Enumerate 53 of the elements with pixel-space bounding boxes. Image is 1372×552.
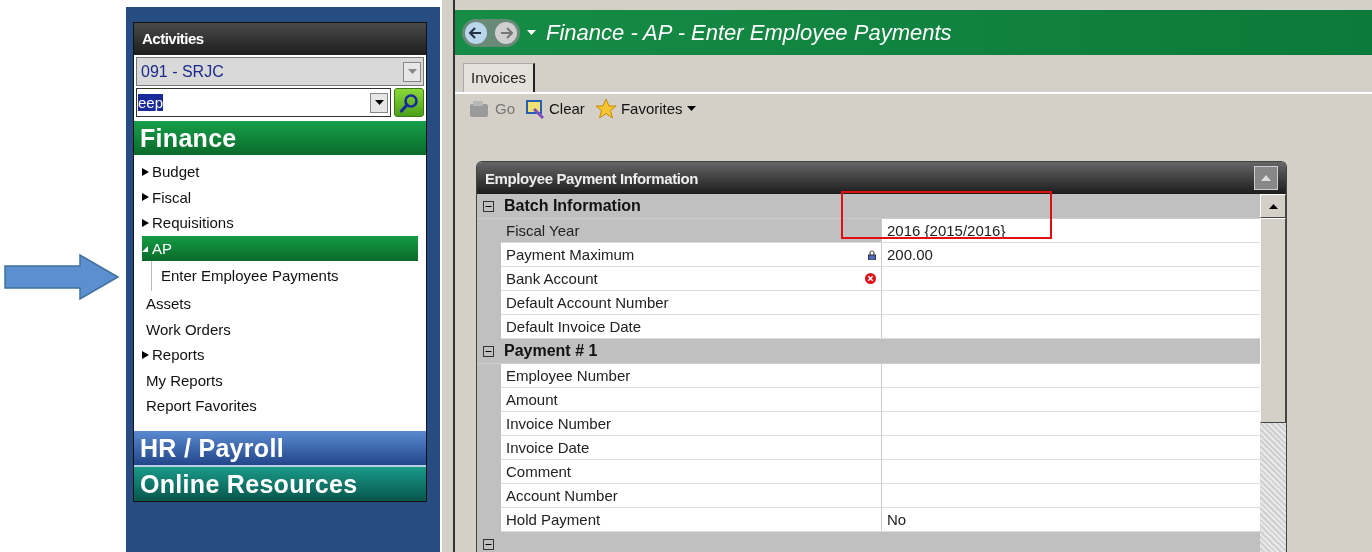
star-icon (594, 98, 617, 119)
nav-item[interactable]: Budget (142, 159, 418, 185)
collapse-button[interactable] (1254, 166, 1278, 190)
panel-title: Employee Payment Information (485, 169, 699, 187)
nav-item[interactable]: Reports (142, 342, 418, 368)
module-header[interactable]: Online Resources (134, 466, 426, 501)
page-title: Finance - AP - Enter Employee Payments (546, 19, 952, 46)
navigation-buttons-drawing[interactable] (461, 17, 521, 48)
property-label[interactable]: Account Number (501, 484, 882, 507)
toolbar-button[interactable]: Favorites (594, 98, 696, 119)
property-label[interactable]: Bank Account (501, 267, 882, 290)
property-label[interactable]: Employee Number (501, 364, 882, 387)
property-label[interactable]: Comment (501, 460, 882, 483)
property-label[interactable]: Invoice Date (501, 436, 882, 459)
property-value[interactable]: 200.00 (882, 243, 1260, 266)
property-label[interactable]: Amount (501, 388, 882, 411)
toolbar-button[interactable]: Clear (525, 98, 585, 119)
nav-item[interactable]: Work Orders (142, 316, 418, 342)
dropdown-arrow-icon (686, 106, 696, 111)
search-button[interactable] (394, 88, 424, 117)
property-label[interactable]: Invoice Number (501, 412, 882, 435)
module-header[interactable]: HR / Payroll (134, 430, 426, 467)
property-value[interactable]: No (882, 508, 1260, 531)
error-icon (865, 273, 876, 284)
nav-item[interactable]: My Reports (142, 367, 418, 393)
property-label[interactable]: Hold Payment (501, 508, 882, 531)
module-header[interactable]: Finance (134, 121, 426, 155)
section-header: Payment # 1 (504, 342, 598, 360)
nav-item[interactable]: Requisitions (142, 210, 418, 236)
splitter-bar[interactable] (440, 0, 455, 552)
lock-icon (868, 249, 876, 260)
property-label[interactable]: Default Invoice Date (501, 315, 882, 338)
section-header: Batch Information (504, 197, 641, 215)
property-value[interactable]: 2016 {2015/2016} (882, 219, 1260, 242)
nav-item[interactable]: AP (142, 235, 418, 261)
briefcase-icon (469, 98, 491, 119)
nav-item[interactable]: Fiscal (142, 184, 418, 210)
tab[interactable]: Invoices (463, 63, 536, 92)
nav-item[interactable]: Enter Employee Payments (151, 261, 418, 291)
property-label[interactable]: Payment Maximum (501, 243, 882, 266)
district-dropdown[interactable]: 091 - SRJC (136, 57, 424, 86)
collapse-icon[interactable] (483, 345, 494, 357)
search-field[interactable]: eep (136, 88, 391, 117)
property-label[interactable]: Default Account Number (501, 291, 882, 314)
nav-item[interactable]: Assets (142, 291, 418, 317)
up-arrow-icon (1261, 175, 1271, 181)
collapse-icon[interactable] (483, 538, 494, 550)
collapse-icon[interactable] (483, 200, 494, 212)
eraser-icon (525, 98, 545, 119)
up-arrow-icon[interactable] (1268, 203, 1278, 209)
scrollbar[interactable] (1260, 194, 1286, 552)
nav-item[interactable]: Report Favorites (142, 393, 418, 419)
sidebar-title: Activities (134, 23, 426, 55)
